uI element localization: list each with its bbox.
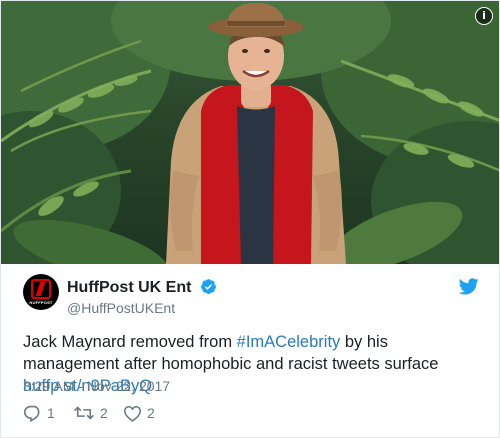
tweet-body: HUFFPOST HuffPost UK Ent @HuffPostUKEnt … [23,264,479,437]
retweet-button[interactable]: 2 [73,403,108,423]
reply-icon [23,405,40,422]
avatar[interactable]: HUFFPOST [23,274,59,310]
verified-badge-icon [200,279,216,295]
retweet-icon [74,406,94,420]
info-icon[interactable]: i [475,7,493,25]
reply-count: 1 [47,405,55,421]
retweet-count: 2 [100,405,108,421]
tweet-actions: 1 2 2 [23,403,323,423]
hashtag-link[interactable]: #ImACelebrity [237,333,341,351]
tweet-header: HUFFPOST HuffPost UK Ent @HuffPostUKEnt [23,274,479,322]
user-handle[interactable]: @HuffPostUKEnt [67,299,217,318]
reply-button[interactable]: 1 [23,403,55,423]
embedded-tweet-card: i HUFFPOST HuffPost UK Ent @HuffPostUKEn… [0,0,500,438]
like-count: 2 [147,405,155,421]
author-names[interactable]: HuffPost UK Ent @HuffPostUKEnt [67,278,217,318]
jungle-portrait-illustration [1,1,499,264]
tweet-photo[interactable]: i [1,1,499,264]
huffpost-logo-icon [31,279,51,299]
twitter-bird-icon[interactable] [459,278,479,295]
display-name[interactable]: HuffPost UK Ent [67,278,191,298]
tweet-text-part1: Jack Maynard removed from [23,333,237,351]
tweet-timestamp[interactable]: 3:29 AM - Nov 22, 2017 [23,377,170,395]
heart-icon [123,405,142,422]
avatar-wordmark: HUFFPOST [29,300,53,305]
like-button[interactable]: 2 [123,403,155,423]
